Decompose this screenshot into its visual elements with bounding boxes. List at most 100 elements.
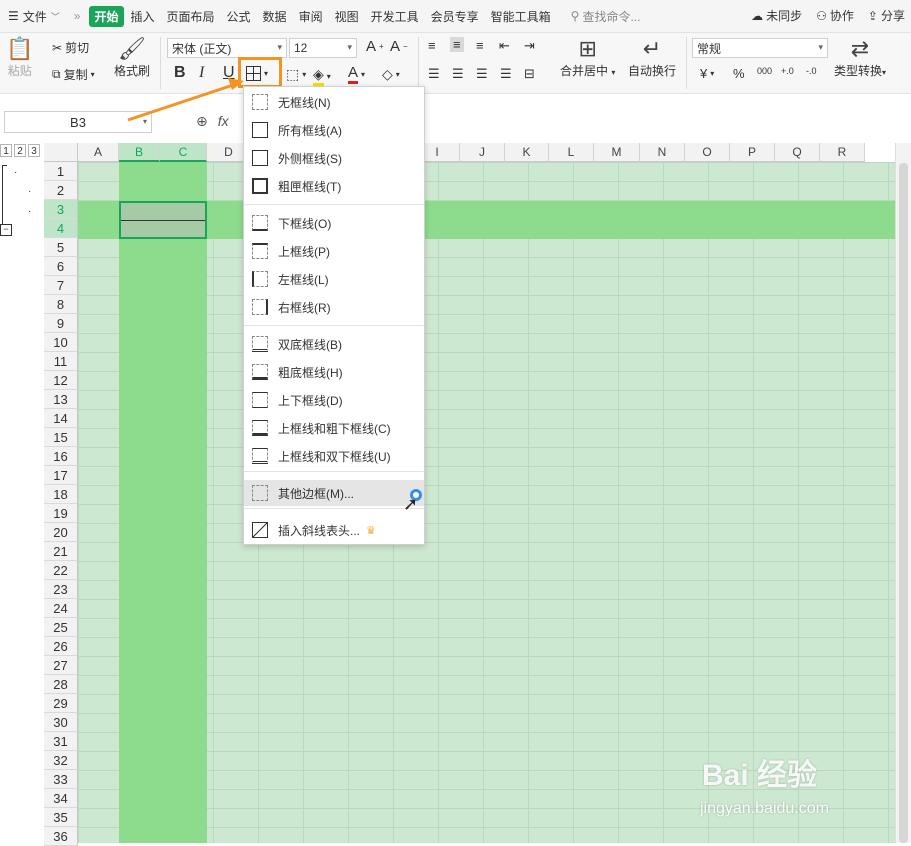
row-header-9[interactable]: 9 — [44, 314, 78, 333]
sync-button[interactable]: ☁ 未同步 — [751, 7, 802, 24]
align-left-button[interactable]: ☰ — [428, 66, 440, 82]
column-header-n[interactable]: N — [640, 143, 685, 162]
column-header-r[interactable]: R — [820, 143, 865, 162]
row-header-20[interactable]: 20 — [44, 523, 78, 542]
italic-button[interactable]: I — [199, 64, 204, 82]
menu-item-top-thick-bottom-border[interactable]: 上框线和粗下框线(C) — [244, 415, 424, 441]
more-tabs-icon[interactable]: » — [74, 9, 81, 23]
column-header-l[interactable]: L — [549, 143, 594, 162]
selected-range[interactable] — [119, 201, 207, 239]
column-header-a[interactable]: A — [78, 143, 119, 162]
row-header-31[interactable]: 31 — [44, 732, 78, 751]
row-header-11[interactable]: 11 — [44, 352, 78, 371]
type-convert-button[interactable]: ⇄ 类型转换▾ — [834, 36, 886, 79]
align-middle-button[interactable]: ≡ — [450, 37, 464, 52]
align-top-button[interactable]: ≡ — [428, 38, 436, 53]
row-header-19[interactable]: 19 — [44, 504, 78, 523]
row-header-26[interactable]: 26 — [44, 637, 78, 656]
row-header-10[interactable]: 10 — [44, 333, 78, 352]
menu-item-no-border[interactable]: 无框线(N) — [244, 89, 424, 115]
menu-item-more-borders[interactable]: 其他边框(M)... — [244, 480, 424, 506]
tab-member[interactable]: 会员专享 — [426, 6, 484, 27]
row-header-2[interactable]: 2 — [44, 181, 78, 200]
bold-button[interactable]: B — [174, 64, 186, 82]
decrease-font-button[interactable]: A − — [390, 38, 408, 55]
menu-item-top-bottom-border[interactable]: 上下框线(D) — [244, 387, 424, 413]
column-header-m[interactable]: M — [594, 143, 640, 162]
column-header-k[interactable]: K — [505, 143, 549, 162]
row-header-22[interactable]: 22 — [44, 561, 78, 580]
font-name-select[interactable]: 宋体 (正文) ▾ — [167, 38, 287, 58]
menu-item-outside-borders[interactable]: 外侧框线(S) — [244, 145, 424, 171]
tab-data[interactable]: 数据 — [258, 6, 292, 27]
align-right-button[interactable]: ☰ — [476, 66, 488, 82]
column-header-j[interactable]: J — [460, 143, 505, 162]
font-size-select[interactable]: 12 ▾ — [289, 38, 357, 58]
row-header-25[interactable]: 25 — [44, 618, 78, 637]
percent-button[interactable]: % — [733, 66, 745, 81]
format-painter-button[interactable]: 🖌 格式刷 — [114, 36, 150, 79]
number-format-select[interactable]: 常规 ▾ — [692, 38, 828, 58]
menu-item-double-bottom-border[interactable]: 双底框线(B) — [244, 331, 424, 357]
row-header-4[interactable]: 4 — [44, 219, 78, 238]
menu-item-all-borders[interactable]: 所有框线(A) — [244, 117, 424, 143]
scrollbar-thumb[interactable] — [899, 163, 908, 843]
zoom-icon[interactable]: ⊕ — [196, 113, 208, 130]
column-header-o[interactable]: O — [685, 143, 730, 162]
increase-decimal-button[interactable]: +.0 — [781, 66, 794, 76]
row-header-32[interactable]: 32 — [44, 751, 78, 770]
align-center-button[interactable]: ☰ — [452, 66, 464, 82]
row-header-3[interactable]: 3 — [44, 200, 78, 219]
row-header-12[interactable]: 12 — [44, 371, 78, 390]
row-header-36[interactable]: 36 — [44, 827, 78, 846]
row-header-14[interactable]: 14 — [44, 409, 78, 428]
row-header-6[interactable]: 6 — [44, 257, 78, 276]
row-header-8[interactable]: 8 — [44, 295, 78, 314]
tab-home[interactable]: 开始 — [89, 5, 124, 27]
vertical-scrollbar[interactable] — [895, 143, 911, 843]
name-box[interactable]: B3 ▾ — [4, 111, 152, 133]
clear-format-button[interactable]: ◇ ▾ — [382, 66, 400, 83]
file-menu[interactable]: ☰ 文件 ﹀ — [8, 8, 60, 25]
row-header-29[interactable]: 29 — [44, 694, 78, 713]
collaborate-button[interactable]: ⚇ 协作 — [816, 7, 854, 24]
copy-button[interactable]: ⧉ 复制 ▾ — [52, 66, 95, 83]
menu-item-right-border[interactable]: 右框线(R) — [244, 294, 424, 320]
currency-button[interactable]: ¥ ▾ — [700, 66, 714, 81]
row-header-18[interactable]: 18 — [44, 485, 78, 504]
align-bottom-button[interactable]: ≡ — [476, 38, 484, 53]
tab-developer[interactable]: 开发工具 — [366, 6, 424, 27]
share-button[interactable]: ⇪ 分享 — [868, 7, 905, 24]
row-header-7[interactable]: 7 — [44, 276, 78, 295]
tab-page-layout[interactable]: 页面布局 — [162, 6, 220, 27]
menu-item-top-border[interactable]: 上框线(P) — [244, 238, 424, 264]
menu-item-left-border[interactable]: 左框线(L) — [244, 266, 424, 292]
increase-font-button[interactable]: A + — [366, 38, 384, 55]
row-header-24[interactable]: 24 — [44, 599, 78, 618]
tab-smart-tools[interactable]: 智能工具箱 — [486, 6, 556, 27]
row-header-33[interactable]: 33 — [44, 770, 78, 789]
row-header-13[interactable]: 13 — [44, 390, 78, 409]
outline-level-3-button[interactable]: 3 — [28, 144, 40, 157]
outline-level-1-button[interactable]: 1 — [0, 144, 12, 157]
distributed-align-button[interactable]: ⊟ — [524, 66, 535, 82]
column-header-b[interactable]: B — [119, 143, 160, 162]
underline-button[interactable]: U — [223, 64, 235, 82]
row-header-16[interactable]: 16 — [44, 447, 78, 466]
fill-effects-button[interactable]: ⬚ ▾ — [286, 66, 306, 83]
paste-button[interactable]: 📋 粘贴 — [6, 36, 33, 79]
cut-button[interactable]: ✂ 剪切 — [52, 39, 89, 56]
justify-button[interactable]: ☰ — [500, 66, 512, 82]
outline-collapse-button[interactable]: − — [0, 224, 12, 236]
row-header-30[interactable]: 30 — [44, 713, 78, 732]
row-header-5[interactable]: 5 — [44, 238, 78, 257]
menu-item-top-double-bottom-border[interactable]: 上框线和双下框线(U) — [244, 443, 424, 469]
increase-indent-button[interactable]: ⇥ — [524, 38, 535, 54]
wrap-text-button[interactable]: ↵ 自动换行 — [628, 36, 676, 79]
font-color-button[interactable]: A ▾ — [348, 64, 365, 84]
row-header-27[interactable]: 27 — [44, 656, 78, 675]
row-header-17[interactable]: 17 — [44, 466, 78, 485]
menu-item-diagonal-header[interactable]: 插入斜线表头... ♛ — [244, 517, 424, 543]
row-header-21[interactable]: 21 — [44, 542, 78, 561]
menu-item-thick-box-border[interactable]: 粗匣框线(T) — [244, 173, 424, 199]
